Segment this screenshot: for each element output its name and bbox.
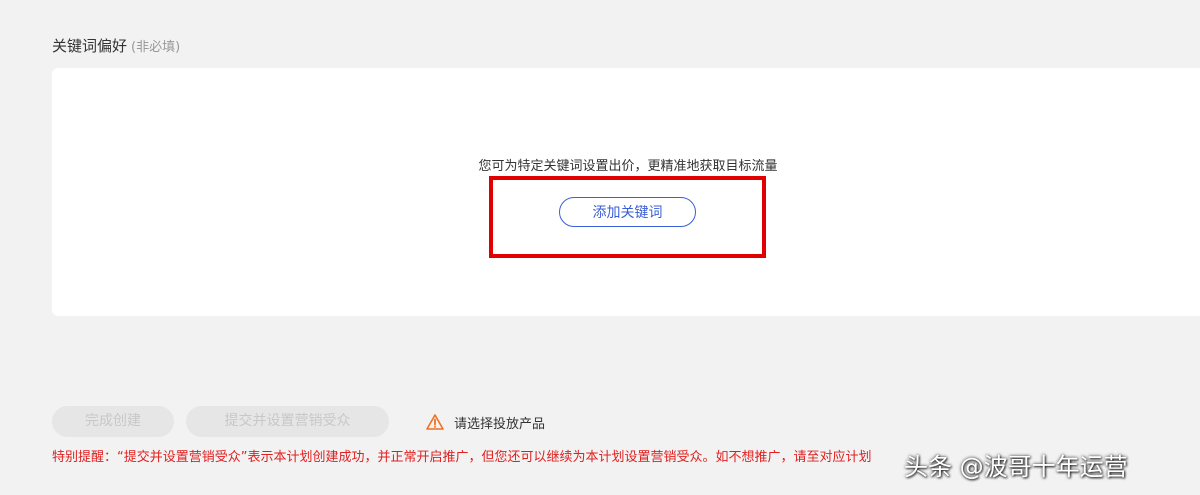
- warning-text: 请选择投放产品: [454, 416, 546, 432]
- optional-hint: (非必填): [131, 40, 181, 55]
- submit-and-set-audience-button[interactable]: 提交并设置营销受众: [186, 406, 389, 437]
- warning-triangle-icon: [426, 414, 444, 430]
- product-warning: 请选择投放产品: [426, 412, 545, 432]
- section-title: 关键词偏好 (非必填): [52, 35, 180, 56]
- keyword-description: 您可为特定关键词设置出价，更精准地获取目标流量: [478, 159, 778, 174]
- keyword-preference-card: [52, 68, 1200, 316]
- watermark: 头条 @波哥十年运营: [904, 453, 1128, 481]
- special-notice: 特别提醒：“提交并设置营销受众”表示本计划创建成功，并正常开启推广，但您还可以继…: [52, 450, 872, 465]
- add-keyword-button[interactable]: 添加关键词: [559, 197, 696, 227]
- complete-create-button[interactable]: 完成创建: [52, 406, 174, 437]
- section-title-label: 关键词偏好: [52, 37, 128, 55]
